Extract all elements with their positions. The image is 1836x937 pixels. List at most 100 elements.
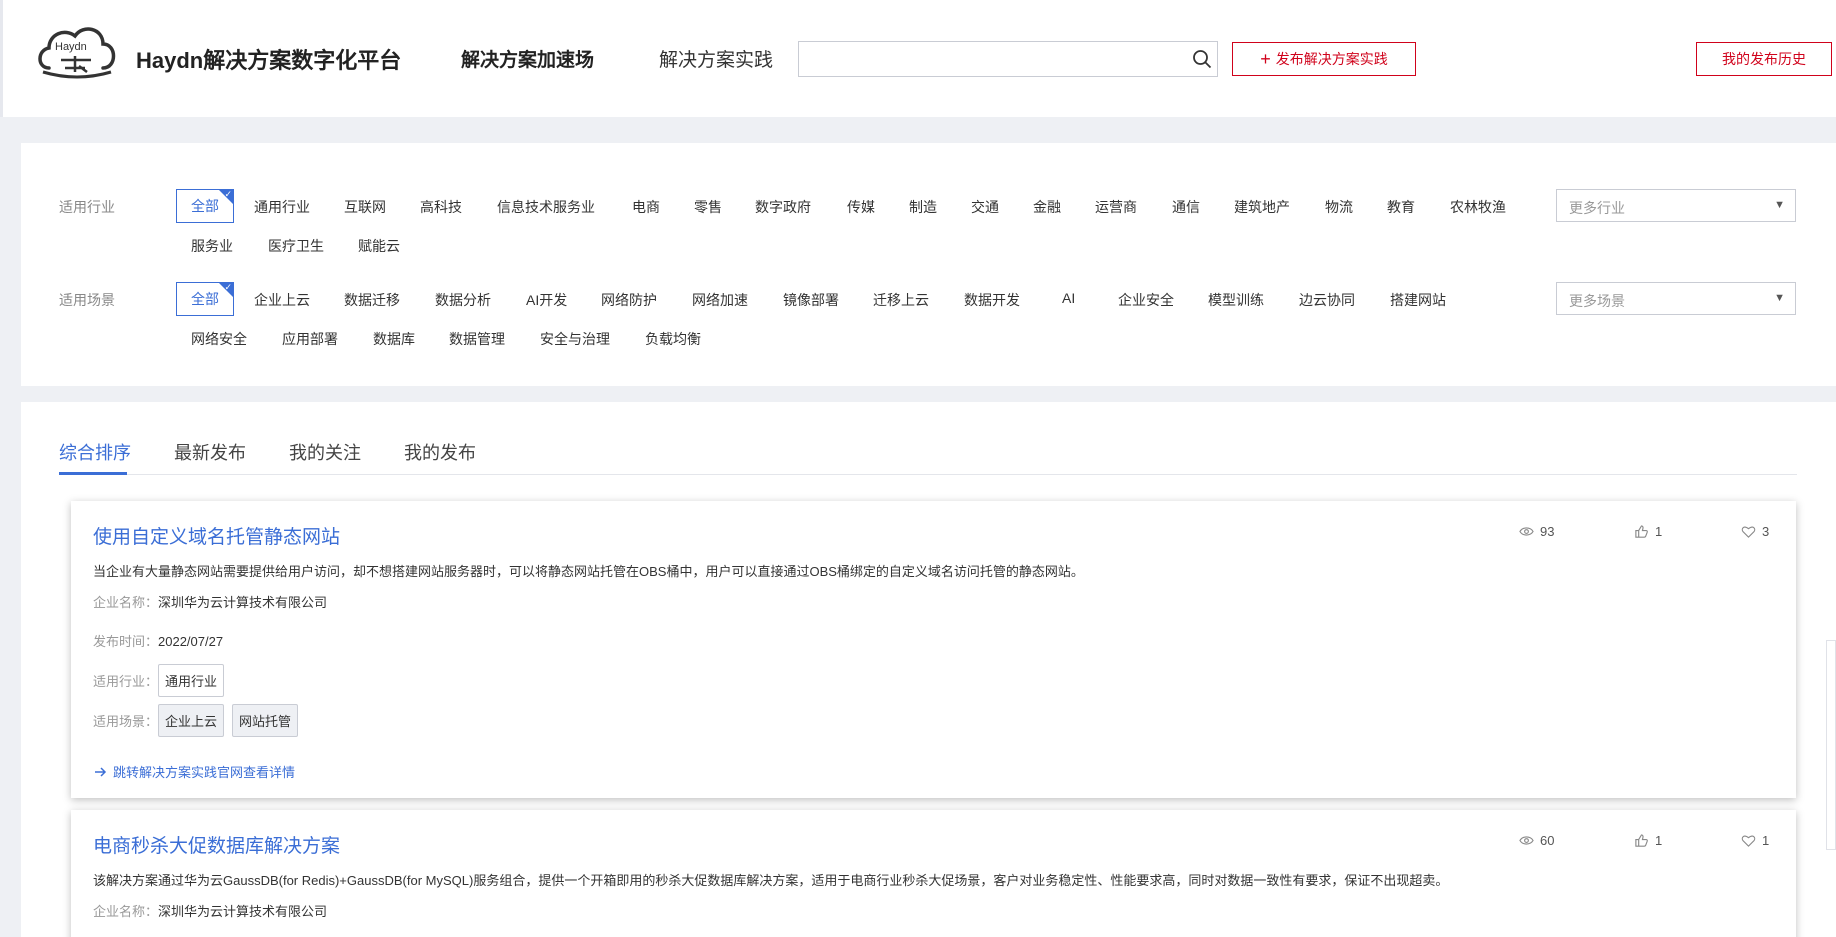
industry-chip[interactable]: 电商 (632, 197, 660, 217)
scene-chip[interactable]: 网络防护 (601, 290, 657, 310)
scene-chip[interactable]: 数据迁移 (344, 290, 400, 310)
search-icon[interactable] (1192, 49, 1212, 69)
scene-chip[interactable]: 企业安全 (1118, 290, 1174, 310)
active-tab-indicator (59, 472, 127, 475)
company-label: 企业名称： (93, 595, 159, 610)
industry-chip[interactable]: 互联网 (344, 197, 386, 217)
industry-chip[interactable]: 制造 (909, 197, 937, 217)
tab-latest[interactable]: 最新发布 (174, 439, 246, 465)
brand-title: Haydn解决方案数字化平台 (136, 48, 402, 73)
scene-chip[interactable]: 迁移上云 (873, 290, 929, 310)
scene-chip[interactable]: 边云协同 (1299, 290, 1355, 310)
industry-filter-label: 适用行业 (59, 199, 115, 215)
scene-chip[interactable]: AI开发 (526, 290, 567, 310)
views-count: 93 (1540, 524, 1555, 539)
heart-icon (1741, 835, 1756, 847)
card-title[interactable]: 使用自定义域名托管静态网站 (93, 522, 340, 549)
industry-label: 适用行业： (93, 674, 159, 689)
more-industry-label: 更多行业 (1569, 200, 1625, 216)
scene-field: 适用场景： 企业上云 网站托管 (93, 704, 306, 737)
scene-chip[interactable]: 数据分析 (435, 290, 491, 310)
logo-text: Haydn (55, 41, 87, 53)
industry-chip[interactable]: 服务业 (191, 236, 233, 256)
industry-chip[interactable]: 高科技 (420, 197, 462, 217)
filter-panel: 适用行业 全部 ✓ 通用行业 互联网 高科技 信息技术服务业 电商 零售 数字政… (21, 143, 1836, 386)
industry-tag: 通用行业 (158, 664, 225, 697)
likes-stat[interactable]: 1 (1634, 833, 1662, 848)
scene-tag: 企业上云 (158, 704, 225, 737)
haydn-logo[interactable]: Haydn (35, 20, 119, 84)
nav-accelerator[interactable]: 解决方案加速场 (461, 45, 594, 72)
tab-my-published[interactable]: 我的发布 (404, 439, 476, 465)
favorites-stat[interactable]: 3 (1741, 524, 1769, 539)
eye-icon (1519, 527, 1534, 536)
likes-stat[interactable]: 1 (1634, 524, 1662, 539)
scene-chip[interactable]: 网络安全 (191, 329, 247, 349)
card-title[interactable]: 电商秒杀大促数据库解决方案 (93, 831, 340, 858)
solution-card: 电商秒杀大促数据库解决方案 60 1 1 该解决方案通过华为云GaussDB(f… (71, 810, 1796, 937)
scene-chip-all[interactable]: 全部 ✓ (176, 282, 234, 316)
scene-chip[interactable]: 数据管理 (449, 329, 505, 349)
scene-chip[interactable]: 模型训练 (1208, 290, 1264, 310)
industry-chip[interactable]: 物流 (1325, 197, 1353, 217)
scene-chip[interactable]: AI (1062, 290, 1075, 306)
scene-chip[interactable]: 数据库 (373, 329, 415, 349)
industry-chip[interactable]: 通信 (1172, 197, 1200, 217)
publish-solution-label: 发布解决方案实践 (1275, 51, 1388, 67)
industry-chip[interactable]: 零售 (694, 197, 722, 217)
floating-side-toolbar[interactable] (1826, 640, 1836, 850)
views-stat: 60 (1519, 833, 1554, 848)
scene-chip[interactable]: 安全与治理 (540, 329, 610, 349)
industry-chip[interactable]: 通用行业 (254, 197, 310, 217)
industry-chip[interactable]: 建筑地产 (1234, 197, 1290, 217)
more-scene-select[interactable]: 更多场景 ▼ (1556, 282, 1796, 315)
scene-chip[interactable]: 网络加速 (692, 290, 748, 310)
favorites-count: 3 (1762, 524, 1770, 539)
scene-chip[interactable]: 搭建网站 (1390, 290, 1446, 310)
industry-chip[interactable]: 赋能云 (358, 236, 400, 256)
industry-chip[interactable]: 农林牧渔 (1450, 197, 1506, 217)
industry-chip[interactable]: 数字政府 (755, 197, 811, 217)
industry-chip[interactable]: 信息技术服务业 (497, 197, 595, 217)
solution-card: 使用自定义域名托管静态网站 93 1 3 当企业有大量静态网站需要提供给用户访问… (71, 501, 1796, 798)
publish-history-button[interactable]: 我的发布历史 (1696, 42, 1832, 76)
date-label: 发布时间： (93, 634, 159, 649)
industry-chip[interactable]: 医疗卫生 (268, 236, 324, 256)
heart-icon (1741, 526, 1756, 538)
industry-chip[interactable]: 交通 (971, 197, 999, 217)
tab-following[interactable]: 我的关注 (289, 439, 361, 465)
industry-chip[interactable]: 教育 (1387, 197, 1415, 217)
scene-chip[interactable]: 数据开发 (964, 290, 1020, 310)
top-header: Haydn Haydn解决方案数字化平台 解决方案加速场 解决方案实践 + 发布… (0, 0, 1836, 117)
scene-label: 适用场景： (93, 714, 159, 729)
likes-count: 1 (1655, 833, 1663, 848)
industry-chip[interactable]: 金融 (1033, 197, 1061, 217)
check-icon: ✓ (224, 189, 232, 199)
card-description: 当企业有大量静态网站需要提供给用户访问，却不想搭建网站服务器时，可以将静态网站托… (93, 564, 1084, 579)
company-field: 企业名称：深圳华为云计算技术有限公司 (93, 592, 327, 611)
scene-chip[interactable]: 应用部署 (282, 329, 338, 349)
arrow-right-icon (95, 766, 107, 777)
industry-chip[interactable]: 运营商 (1095, 197, 1137, 217)
tab-comprehensive[interactable]: 综合排序 (59, 439, 131, 465)
scene-chip[interactable]: 企业上云 (254, 290, 310, 310)
publish-date: 2022/07/27 (158, 634, 224, 649)
solution-list-panel: 综合排序 最新发布 我的关注 我的发布 使用自定义域名托管静态网站 93 1 3… (21, 402, 1836, 937)
scene-chip[interactable]: 负载均衡 (645, 329, 701, 349)
scene-chip[interactable]: 镜像部署 (783, 290, 839, 310)
views-count: 60 (1540, 833, 1555, 848)
search-input[interactable] (798, 41, 1218, 77)
more-industry-select[interactable]: 更多行业 ▼ (1556, 189, 1796, 222)
industry-chip[interactable]: 传媒 (847, 197, 875, 217)
scene-chip-label: 全部 (191, 291, 219, 307)
check-icon: ✓ (224, 282, 232, 292)
company-label: 企业名称： (93, 904, 159, 919)
company-name: 深圳华为云计算技术有限公司 (158, 595, 328, 610)
publish-solution-button[interactable]: + 发布解决方案实践 (1232, 42, 1416, 76)
thumbs-up-icon (1635, 525, 1648, 538)
nav-practice[interactable]: 解决方案实践 (659, 45, 773, 72)
favorites-stat[interactable]: 1 (1741, 833, 1769, 848)
scene-tag: 网站托管 (232, 704, 299, 737)
details-link[interactable]: 跳转解决方案实践官网查看详情 (93, 762, 295, 781)
industry-chip-all[interactable]: 全部 ✓ (176, 189, 234, 223)
